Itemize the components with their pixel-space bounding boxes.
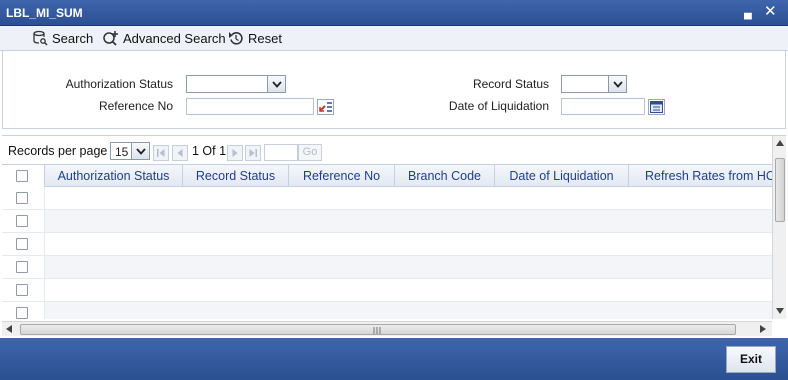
pagination-bar: Records per page 15 1 Of 1 Go	[2, 136, 772, 164]
chevron-down-icon	[608, 76, 626, 92]
scroll-up-icon[interactable]	[776, 140, 784, 146]
row-checkbox[interactable]	[16, 238, 28, 250]
toolbar: Search Advanced Search Reset	[0, 26, 788, 51]
reset-button[interactable]: Reset	[228, 29, 282, 47]
row-checkbox[interactable]	[16, 261, 28, 273]
search-button[interactable]: Search	[32, 29, 93, 47]
footer-bar: Exit	[0, 338, 788, 380]
table-row[interactable]	[2, 233, 772, 256]
next-page-icon[interactable]	[227, 145, 243, 161]
scroll-down-icon[interactable]	[776, 308, 784, 314]
reference-no-input[interactable]	[186, 98, 314, 115]
record-status-select[interactable]	[561, 75, 627, 93]
row-select-cell	[2, 302, 45, 319]
close-icon[interactable]: ✕	[764, 3, 777, 21]
results-panel: Records per page 15 1 Of 1 Go Authorizat…	[2, 135, 786, 337]
grid-header: Authorization Status Record Status Refer…	[2, 164, 772, 187]
lov-list-icon[interactable]	[317, 99, 334, 115]
row-select-cell	[2, 187, 45, 209]
row-checkbox[interactable]	[16, 215, 28, 227]
column-header-reference-no[interactable]: Reference No	[289, 165, 395, 187]
column-header-refresh-rates-from-ho[interactable]: Refresh Rates from HO	[629, 165, 772, 187]
exit-button[interactable]: Exit	[726, 346, 776, 373]
last-page-icon[interactable]	[245, 145, 261, 161]
vertical-scrollbar[interactable]	[772, 136, 786, 319]
reset-label: Reset	[248, 30, 282, 46]
row-checkbox[interactable]	[16, 307, 28, 319]
record-status-label: Record Status	[472, 77, 549, 91]
column-header-record-status[interactable]: Record Status	[183, 165, 289, 187]
authorization-status-select[interactable]	[186, 75, 286, 93]
first-page-icon[interactable]	[153, 145, 169, 161]
reference-no-label: Reference No	[98, 99, 173, 113]
scroll-right-icon[interactable]	[760, 325, 766, 333]
column-header-authorization-status[interactable]: Authorization Status	[45, 165, 183, 187]
row-select-cell	[2, 233, 45, 255]
minimize-icon[interactable]: ▄	[744, 4, 752, 22]
table-row[interactable]	[2, 256, 772, 279]
title-bar: LBL_MI_SUM ▄ ✕	[0, 0, 788, 26]
column-header-date-of-liquidation[interactable]: Date of Liquidation	[495, 165, 629, 187]
table-row[interactable]	[2, 302, 772, 319]
reset-icon	[229, 32, 243, 45]
column-header-branch-code[interactable]: Branch Code	[395, 165, 495, 187]
select-all-cell	[2, 165, 45, 187]
horizontal-scroll-thumb[interactable]	[20, 324, 736, 335]
row-select-cell	[2, 210, 45, 232]
go-button[interactable]: Go	[298, 144, 322, 161]
date-of-liquidation-label: Date of Liquidation	[448, 99, 549, 113]
table-row[interactable]	[2, 210, 772, 233]
horizontal-scrollbar[interactable]	[2, 321, 772, 336]
search-form: Authorization Status Record Status Refer…	[2, 51, 786, 129]
search-icon	[33, 30, 48, 46]
advanced-search-button[interactable]: Advanced Search	[102, 29, 226, 47]
chevron-down-icon	[131, 143, 149, 159]
previous-page-icon[interactable]	[172, 145, 188, 161]
page-info: 1 Of 1	[192, 144, 227, 158]
scroll-left-icon[interactable]	[6, 325, 12, 333]
advanced-search-label: Advanced Search	[123, 30, 226, 46]
advanced-search-icon	[103, 31, 118, 46]
row-select-cell	[2, 256, 45, 278]
row-checkbox[interactable]	[16, 284, 28, 296]
results-grid: Authorization Status Record Status Refer…	[2, 164, 772, 319]
go-to-page-input[interactable]	[264, 144, 298, 161]
records-per-page-label: Records per page	[8, 144, 108, 158]
window-title: LBL_MI_SUM	[6, 6, 83, 20]
chevron-down-icon	[267, 76, 285, 92]
authorization-status-label: Authorization Status	[65, 77, 173, 91]
vertical-scroll-thumb[interactable]	[775, 158, 785, 222]
select-all-checkbox[interactable]	[16, 170, 28, 182]
grip-icon	[373, 327, 381, 334]
calendar-icon[interactable]	[648, 99, 665, 115]
records-per-page-select[interactable]: 15	[110, 142, 150, 160]
row-select-cell	[2, 279, 45, 301]
table-row[interactable]	[2, 187, 772, 210]
date-of-liquidation-input[interactable]	[561, 98, 645, 115]
table-row[interactable]	[2, 279, 772, 302]
search-label: Search	[52, 30, 94, 46]
row-checkbox[interactable]	[16, 192, 28, 204]
